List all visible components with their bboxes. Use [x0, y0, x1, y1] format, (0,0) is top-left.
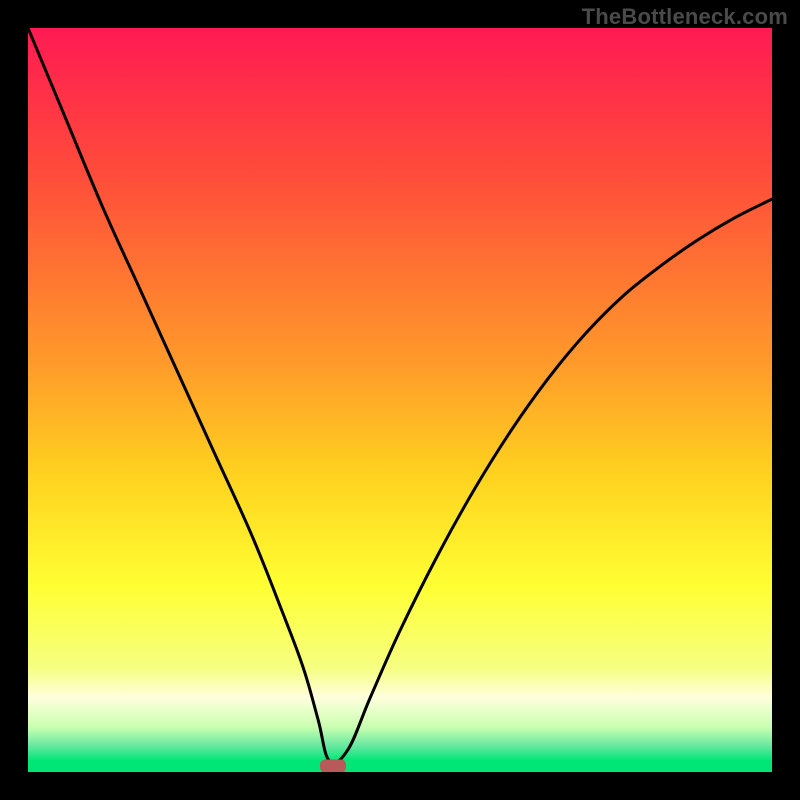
chart-svg [28, 28, 772, 772]
gradient-background [28, 28, 772, 772]
chart-container: TheBottleneck.com [0, 0, 800, 800]
plot-area [28, 28, 772, 772]
optimum-marker [320, 760, 346, 772]
watermark-text: TheBottleneck.com [582, 4, 788, 30]
